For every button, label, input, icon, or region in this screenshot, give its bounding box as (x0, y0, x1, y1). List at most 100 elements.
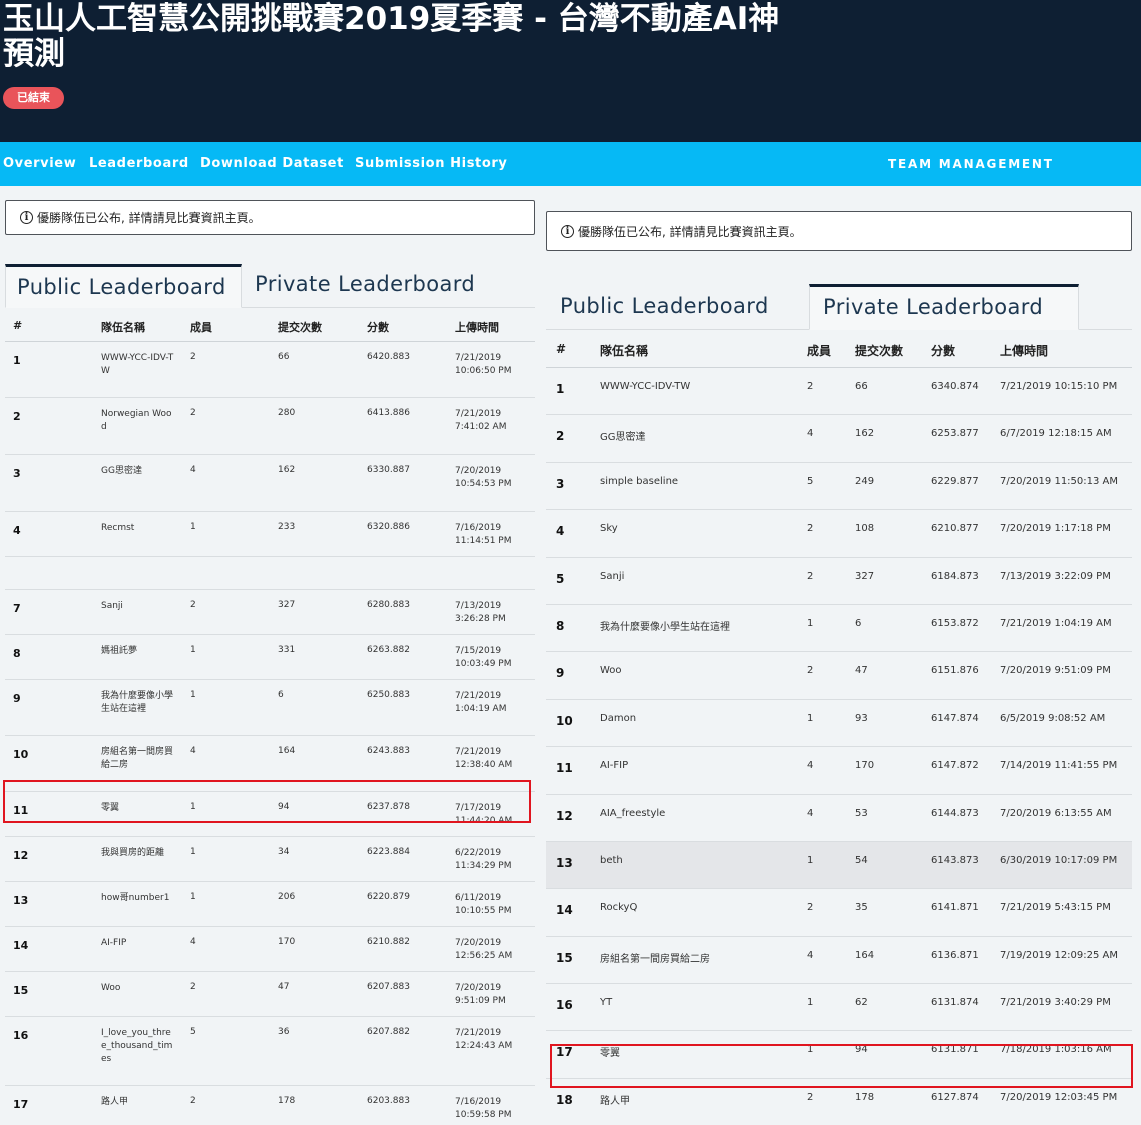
page: 玉山人工智慧公開挑戰賽2019夏季賽 - 台灣不動產AI神預測 已結束 Over… (0, 0, 1141, 1125)
cell-team[interactable]: Recmst (101, 522, 175, 535)
col-score: 分數 (367, 321, 389, 334)
nav-overview[interactable]: Overview (3, 142, 76, 186)
cell-team[interactable]: Sanji (101, 600, 175, 613)
cell-submissions: 53 (855, 807, 868, 819)
table-row: 2 Norwegian Wood 2 280 6413.886 7/21/2019 7:4… (5, 398, 535, 455)
cell-team[interactable]: Sanji (600, 571, 624, 582)
cell-team[interactable]: WWW-YCC-IDV-TW (600, 381, 690, 392)
table-row: 10 Damon 1 93 6147.874 6/5/2019 9:08:52 AM (546, 700, 1132, 748)
cell-members: 1 (190, 690, 196, 700)
cell-submissions: 36 (278, 1027, 290, 1037)
cell-submissions: 34 (278, 847, 290, 857)
cell-team[interactable]: AI-FIP (600, 760, 628, 771)
cell-team[interactable]: Sky (600, 523, 618, 534)
col-uploaded: 上傳時間 (1000, 344, 1049, 358)
cell-team[interactable]: Norwegian Wood (101, 408, 175, 434)
cell-team[interactable]: how哥number1 (101, 892, 175, 905)
cell-members: 1 (190, 522, 196, 532)
cell-members: 1 (807, 712, 814, 724)
cell-members: 1 (190, 645, 196, 655)
tab-private-leaderboard[interactable]: Private Leaderboard (809, 284, 1079, 330)
cell-rank: 9 (556, 666, 565, 681)
table-row: 11 AI-FIP 4 170 6147.872 7/14/2019 11:41:55 P… (546, 747, 1132, 795)
nav-leaderboard[interactable]: Leaderboard (89, 142, 189, 186)
cell-score: 6210.877 (931, 523, 979, 535)
cell-submissions: 280 (278, 408, 296, 418)
cell-team[interactable]: beth (600, 855, 623, 866)
cell-team[interactable]: RockyQ (600, 902, 637, 913)
cell-rank: 16 (556, 998, 573, 1013)
cell-rank: 8 (556, 618, 565, 633)
cell-uploaded: 7/21/2019 5:43:15 PM (1000, 902, 1111, 914)
cell-uploaded: 7/20/2019 9:51:09 PM (1000, 665, 1111, 677)
cell-team[interactable]: GG思密達 (101, 465, 175, 478)
cell-rank: 12 (556, 808, 573, 823)
cell-team[interactable]: AIA_freestyle (600, 808, 665, 819)
cell-members: 5 (807, 475, 814, 487)
cell-team[interactable]: GG思密達 (600, 428, 646, 443)
cell-team[interactable]: I_love_you_three_thousand_times (101, 1027, 175, 1066)
cell-score: 6131.874 (931, 997, 979, 1009)
cell-rank: 1 (556, 382, 565, 396)
cell-members: 2 (190, 352, 196, 362)
cell-score: 6220.879 (367, 892, 410, 902)
cell-members: 4 (190, 465, 196, 475)
cell-score: 6223.884 (367, 847, 410, 857)
cell-team[interactable]: 我與買房的距離 (101, 847, 175, 860)
cell-team[interactable]: YT (600, 997, 612, 1008)
table-row: 17 路人甲 2 178 6203.883 7/16/2019 10:59:58 PM (5, 1086, 535, 1125)
cell-members: 2 (807, 523, 814, 535)
table-row: 8 媽祖託夢 1 331 6263.882 7/15/2019 10:03:49 PM (5, 635, 535, 680)
cell-team[interactable]: 房組名第一間房買給二房 (101, 746, 175, 772)
cell-rank: 10 (13, 748, 29, 761)
cell-team[interactable]: WWW-YCC-IDV-TW (101, 352, 175, 378)
cell-team[interactable]: 房組名第一間房買給二房 (600, 950, 710, 965)
cell-score: 6203.883 (367, 1096, 410, 1106)
nav-submission-history[interactable]: Submission History (355, 142, 507, 186)
cell-submissions: 178 (855, 1091, 875, 1103)
table-row: 3 simple baseline 5 249 6229.877 7/20/2019 11… (546, 463, 1132, 511)
cell-uploaded: 7/20/2019 12:56:25 AM (455, 938, 513, 961)
cell-submissions: 162 (278, 465, 296, 475)
cell-members: 4 (807, 760, 814, 772)
cell-uploaded: 7/20/2019 10:54:53 PM (455, 466, 512, 489)
table-row: 16 YT 1 62 6131.874 7/21/2019 3:40:29 PM (546, 984, 1132, 1032)
public-leaderboard-table: # 隊伍名稱 成員 提交次數 分數 上傳時間 1 WWW-YCC-IDV-TW 2 6… (5, 308, 535, 1125)
cell-team[interactable]: 路人甲 (101, 1096, 175, 1109)
nav-team-management[interactable]: TEAM MANAGEMENT (888, 142, 1054, 186)
cell-score: 6420.883 (367, 352, 410, 362)
cell-uploaded: 6/7/2019 12:18:15 AM (1000, 428, 1112, 440)
tab-private-leaderboard[interactable]: Private Leaderboard (255, 264, 495, 308)
tab-public-leaderboard[interactable]: Public Leaderboard (546, 286, 806, 330)
cell-uploaded: 7/16/2019 11:14:51 PM (455, 523, 512, 546)
cell-score: 6141.871 (931, 902, 979, 914)
cell-team[interactable]: 我為什麼要像小學生站在這裡 (600, 618, 730, 633)
table-row: 12 AIA_freestyle 4 53 6144.873 7/20/2019 6:13… (546, 795, 1132, 842)
header: 玉山人工智慧公開挑戰賽2019夏季賽 - 台灣不動產AI神預測 已結束 (0, 0, 1141, 142)
cell-rank: 1 (13, 354, 21, 367)
cell-team[interactable]: 路人甲 (600, 1092, 630, 1107)
cell-score: 6340.874 (931, 381, 979, 392)
page-title: 玉山人工智慧公開挑戰賽2019夏季賽 - 台灣不動產AI神預測 (3, 1, 780, 72)
cell-uploaded: 7/13/2019 3:26:28 PM (455, 601, 506, 624)
cell-team[interactable]: Woo (600, 665, 622, 676)
cell-submissions: 233 (278, 522, 296, 532)
cell-rank: 2 (556, 429, 565, 444)
cell-score: 6413.886 (367, 408, 410, 418)
cell-members: 2 (190, 982, 196, 992)
col-rank: # (556, 342, 567, 356)
nav-download-dataset[interactable]: Download Dataset (200, 142, 344, 186)
cell-team[interactable]: Woo (101, 982, 175, 995)
cell-team[interactable]: AI-FIP (101, 937, 175, 950)
cell-team[interactable]: Damon (600, 713, 636, 724)
cell-team[interactable]: 我為什麼要像小學生站在這裡 (101, 690, 175, 716)
cell-team[interactable]: 媽祖託夢 (101, 645, 175, 658)
cell-rank: 12 (13, 849, 29, 862)
cell-team[interactable]: simple baseline (600, 476, 678, 487)
cell-members: 2 (807, 570, 814, 582)
cell-submissions: 206 (278, 892, 296, 902)
table-row: 2 GG思密達 4 162 6253.877 6/7/2019 12:18:15 AM (546, 415, 1132, 463)
tab-public-leaderboard[interactable]: Public Leaderboard (5, 264, 242, 308)
cell-uploaded: 7/21/2019 12:24:43 AM (455, 1028, 513, 1051)
cell-members: 1 (190, 892, 196, 902)
